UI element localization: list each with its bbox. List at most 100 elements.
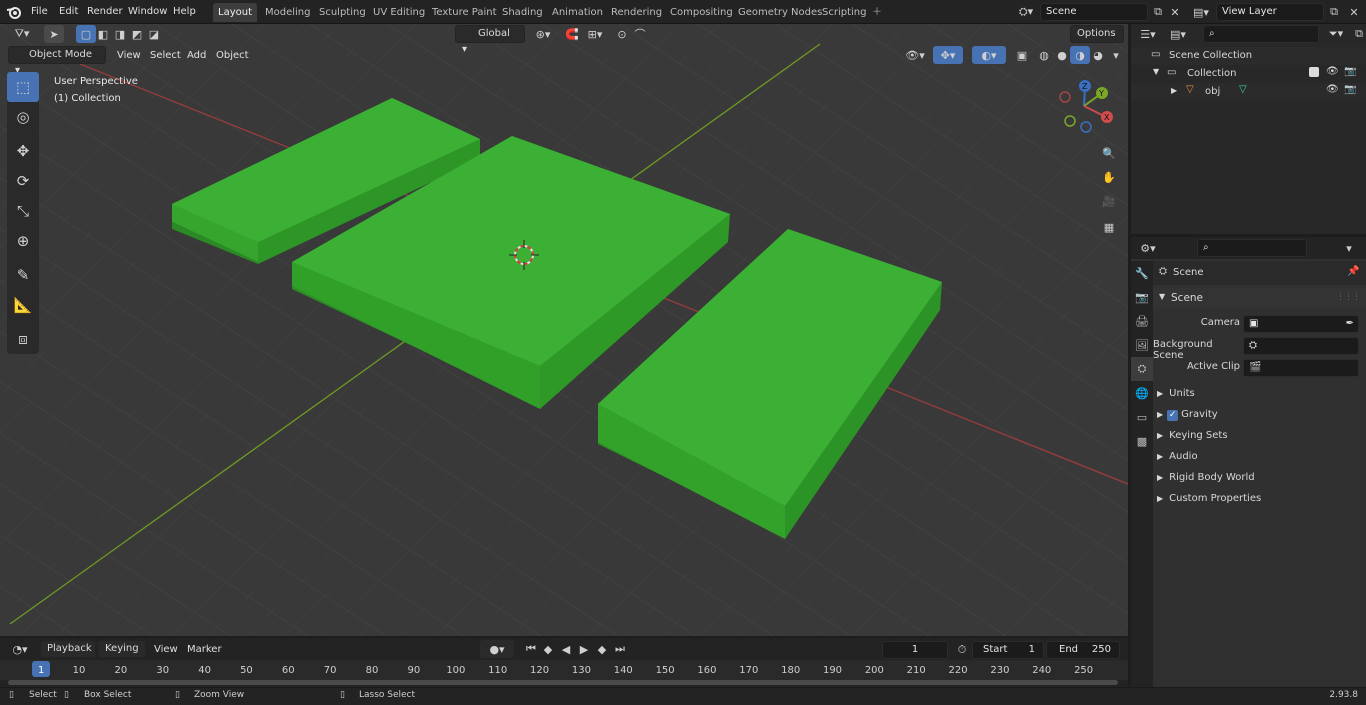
playback-dropdown[interactable]: Playback ▾ [40,640,96,670]
outliner-row-obj[interactable]: ▶ ▽ obj ▽ 👁 📷 [1131,83,1366,101]
view-layer-field[interactable]: View Layer [1216,3,1324,21]
shading-rendered-icon[interactable]: ◕ [1088,46,1108,64]
scene-panel-header[interactable]: ▼ Scene ⋮⋮⋮ [1153,288,1366,308]
outliner-search-input[interactable]: ⌕ [1203,25,1319,43]
current-frame-field[interactable]: 1 [882,641,948,659]
gizmo-toggle-icon[interactable]: ✥▾ [933,46,963,64]
move-tool-icon[interactable]: ✥ [7,136,39,166]
auto-keying-icon[interactable]: ●▾ [480,640,514,658]
jump-end-icon[interactable]: ⏭ [610,640,630,658]
play-icon[interactable]: ▶ [574,640,594,658]
outliner-display-mode-icon[interactable]: ▤▾ [1165,25,1191,43]
keying-sets-panel-header[interactable]: ▶ Keying Sets [1157,426,1228,446]
shading-options-icon[interactable]: ▾ [1106,46,1126,64]
transform-orientation-dropdown[interactable]: Global ▾ [455,25,525,55]
output-tab-icon[interactable]: 🖨 [1131,309,1153,333]
tab-texture-paint[interactable]: Texture Paint [427,3,502,22]
object-mode-dropdown[interactable]: Object Mode ▾ [8,46,106,76]
tab-sculpting[interactable]: Sculpting [314,3,371,22]
end-frame-field[interactable]: End 250 [1046,641,1120,659]
pivot-point-icon[interactable]: ⊛▾ [530,25,556,43]
menu-file[interactable]: File [27,4,52,20]
timeline-editor-type-icon[interactable]: ◔▾ [6,640,34,658]
menu-help[interactable]: Help [169,4,200,20]
overlays-toggle-icon[interactable]: ◐▾ [972,46,1006,64]
proportional-edit-icon[interactable]: ⊙ [612,25,632,43]
properties-search-input[interactable]: ⌕ [1197,239,1307,257]
tab-scripting[interactable]: Scripting [817,3,871,22]
shading-material-icon[interactable]: ◑ [1070,46,1090,64]
rotate-tool-icon[interactable]: ⟳ [7,166,39,196]
zoom-view-icon[interactable]: 🔍 [1098,142,1120,164]
collection-visibility-icon[interactable]: 👁 [1326,66,1339,77]
tab-geometry-nodes[interactable]: Geometry Nodes [733,3,827,22]
3d-viewport[interactable]: Object Mode ▾ View Select Add Object Glo… [0,24,1128,636]
editor-type-icon[interactable]: ⛛▾ [8,25,36,43]
jump-keyframe-back-icon[interactable]: ◆ [538,640,558,658]
menu-edit[interactable]: Edit [55,4,82,20]
tab-layout[interactable]: Layout [213,3,257,22]
camera-view-icon[interactable]: 🎥 [1098,190,1120,212]
cursor-tool-icon[interactable]: ◎ [7,102,39,132]
annotate-tool-icon[interactable]: ✎ [7,260,39,290]
shading-wireframe-icon[interactable]: ◍ [1034,46,1054,64]
viewport-menu-add[interactable]: Add [183,48,210,64]
collection-include-checkbox[interactable] [1309,67,1319,77]
timeline-menu-view[interactable]: View [150,642,182,658]
outliner-row-scene-collection[interactable]: ▭ Scene Collection [1131,47,1366,65]
xray-toggle-icon[interactable]: ▣ [1012,46,1032,64]
snap-target-icon[interactable]: ⊞▾ [582,25,608,43]
view-layer-selector-icon[interactable]: ▤▾ [1188,3,1214,21]
select-tool-icon[interactable]: ➤ [44,25,64,43]
pan-view-icon[interactable]: ✋ [1098,166,1120,188]
background-scene-field[interactable]: ⛭ [1243,337,1359,355]
new-collection-icon[interactable]: ⧉ [1349,25,1366,43]
viewport-menu-select[interactable]: Select [146,48,185,64]
eyedropper-icon[interactable]: ✒ [1346,316,1354,332]
camera-field[interactable]: ▣ ✒ [1243,315,1359,333]
shading-solid-icon[interactable]: ● [1052,46,1072,64]
start-frame-field[interactable]: Start 1 [972,641,1044,659]
jump-keyframe-forward-icon[interactable]: ◆ [592,640,612,658]
snap-toggle-icon[interactable]: 🧲 [562,25,582,43]
audio-panel-header[interactable]: ▶ Audio [1157,447,1198,467]
object-render-icon[interactable]: 📷 [1344,84,1356,95]
timeline-menu-marker[interactable]: Marker [183,642,226,658]
transform-tool-icon[interactable]: ⊕ [7,226,39,256]
select-mode-intersect-icon[interactable]: ◪ [144,25,164,43]
gravity-checkbox[interactable]: ✓ [1167,410,1179,421]
units-panel-header[interactable]: ▶ Units [1157,384,1195,404]
outliner-row-collection[interactable]: ▼ ▭ Collection 👁 📷 [1131,65,1366,83]
collapse-collection-icon[interactable]: ▼ [1153,67,1159,76]
collection-render-icon[interactable]: 📷 [1344,66,1356,77]
add-workspace-icon[interactable]: ＋ [867,3,887,22]
keying-dropdown[interactable]: Keying ▾ [98,640,146,670]
visibility-icon[interactable]: 👁▾ [902,46,928,64]
viewport-menu-object[interactable]: Object [212,48,253,64]
expand-obj-icon[interactable]: ▶ [1171,86,1177,95]
tab-rendering[interactable]: Rendering [606,3,667,22]
object-visibility-icon[interactable]: 👁 [1326,84,1339,95]
timeline-scrollbar[interactable] [8,680,1118,685]
render-tab-icon[interactable]: 📷 [1131,285,1153,309]
tab-animation[interactable]: Animation [547,3,608,22]
navigation-gizmo[interactable]: Z Y X [1056,80,1120,136]
pin-icon[interactable]: 📌 [1347,266,1359,277]
scene-selector-icon[interactable]: ⛭▾ [1013,3,1039,21]
custom-properties-panel-header[interactable]: ▶ Custom Properties [1157,489,1261,509]
play-reverse-icon[interactable]: ◀ [556,640,576,658]
scene-name-field[interactable]: Scene [1040,3,1148,21]
world-tab-icon[interactable]: 🌐 [1131,381,1153,405]
ortho-toggle-icon[interactable]: ▦ [1098,216,1120,238]
view-layer-tab-icon[interactable]: 🖼 [1131,333,1153,357]
menu-render[interactable]: Render [83,4,127,20]
properties-options-icon[interactable]: ▾ [1339,239,1359,257]
collection-tab-icon[interactable]: ▭ [1131,405,1153,429]
viewport-menu-view[interactable]: View [113,48,145,64]
properties-editor-type-icon[interactable]: ⚙▾ [1135,239,1161,257]
active-clip-field[interactable]: 🎬 [1243,359,1359,377]
measure-tool-icon[interactable]: 📐 [7,290,39,320]
add-cube-tool-icon[interactable]: ⧈ [7,324,39,354]
blender-logo-icon[interactable] [6,4,22,20]
texture-tab-icon[interactable]: ▩ [1131,429,1153,453]
